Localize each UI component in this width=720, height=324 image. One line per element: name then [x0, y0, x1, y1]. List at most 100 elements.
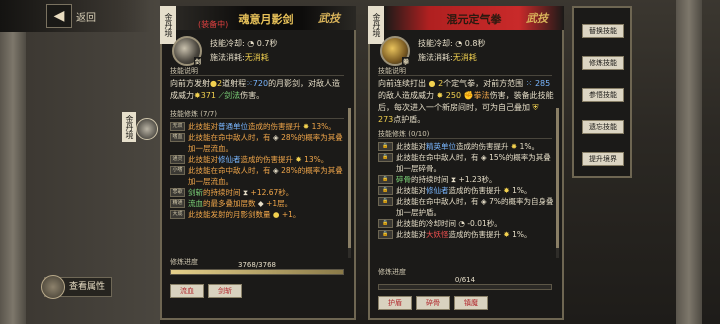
back-button[interactable]: ◀: [46, 4, 72, 28]
power-icon: ✸: [194, 91, 201, 100]
comprehend-skill-button[interactable]: 参悟技能: [582, 88, 624, 102]
training-line: 嗜血 此技能在命中敌人时，有 ◈ 28%的概率为其叠加一层流血。: [170, 132, 346, 154]
training-node-icon: 大成: [170, 210, 185, 219]
equipped-status: (装备中): [198, 20, 229, 29]
training-text: 的最多叠加层数: [203, 199, 256, 208]
training-text: 此技能对: [188, 122, 218, 131]
training-keyword: 大妖怪: [426, 230, 449, 239]
training-keyword: 碎骨: [396, 175, 411, 184]
skill-title-bar: 魂意月影剑 (装备中) 武技: [176, 6, 356, 30]
training-line: 🔒 此技能在命中敌人时，有 ◈ 7%的概率为自身叠加一层护盾。: [378, 196, 554, 218]
desc-text: 伤害。: [240, 91, 265, 100]
power-icon: ✸: [503, 186, 510, 195]
realm-tag: 金丹境: [368, 6, 384, 44]
progress-fill: [171, 270, 343, 274]
range-icon: ⁙: [525, 79, 533, 88]
training-value: 1%。: [519, 142, 539, 151]
divider: [170, 75, 344, 76]
cooldown-value: 0.8秒: [464, 39, 486, 48]
training-text: 此技能对: [396, 186, 426, 195]
cooldown-row: 技能冷却: ◔ 0.7秒: [210, 38, 278, 49]
power-icon: ✸: [302, 122, 310, 131]
lock-icon: 🔒: [378, 142, 393, 151]
training-node-icon: 无双: [170, 122, 185, 131]
training-text: 的持续时间: [203, 188, 241, 197]
desc-power: 371: [200, 91, 216, 100]
replace-skill-button[interactable]: 替换技能: [582, 24, 624, 38]
training-text: 的持续时间: [411, 175, 449, 184]
training-line: 精通 流血的最多叠加层数 ◆ +1层。: [170, 198, 346, 209]
cost-label: 施法消耗:: [210, 53, 245, 62]
lock-icon: 🔒: [378, 153, 393, 162]
skill-icon-badge: 剑: [193, 57, 202, 66]
side-character-realm: 金丹境: [122, 112, 136, 142]
skill-style: 武技: [526, 12, 548, 25]
training-progress-bar: 3768/3768: [170, 261, 344, 275]
training-text: 造成的伤害提升: [448, 186, 502, 195]
scrollbar[interactable]: [556, 108, 559, 258]
divider: [170, 118, 344, 119]
desc-type: 拳法: [473, 91, 490, 100]
tag-button[interactable]: 镇魔: [454, 296, 488, 310]
training-text: 此技能在命中敌人时，有: [396, 197, 479, 206]
train-skill-button[interactable]: 修炼技能: [582, 56, 624, 70]
divider: [378, 75, 552, 76]
lock-icon: 🔒: [378, 186, 393, 195]
training-value: 13%。: [304, 155, 329, 164]
training-line: 小嗜 此技能在命中敌人时，有 ◈ 28%的概率为其叠加一层流血。: [170, 165, 346, 187]
desc-text: 点护盾。: [393, 115, 426, 124]
desc-shield: 273: [378, 115, 394, 124]
left-arrow-icon: ◀: [53, 8, 65, 24]
training-value: -0.01秒。: [467, 219, 502, 228]
tag-button[interactable]: 护盾: [378, 296, 412, 310]
training-text: 此技能发射的月影剑数量: [188, 210, 271, 219]
skill-icon: 剑: [172, 36, 202, 66]
cooldown-value: 0.7秒: [256, 39, 278, 48]
clock-icon: ◔: [455, 39, 463, 48]
training-line: 🔒 此技能在命中敌人时，有 ◈ 15%的概率为其叠加一层碎骨。: [378, 152, 554, 174]
progress-text: 0/614: [454, 276, 476, 284]
forget-skill-button[interactable]: 遗忘技能: [582, 120, 624, 134]
chance-icon: ◈: [272, 166, 279, 175]
skill-detail-panel: 金丹境 混元定气拳 武技 拳 技能冷却: ◔ 0.8秒 施法消耗:无消耗 技能说…: [368, 6, 564, 320]
count-icon: ●: [272, 210, 280, 219]
cost-label: 施法消耗:: [418, 53, 453, 62]
hourglass-icon: ⧗: [242, 188, 249, 197]
back-label[interactable]: 返回: [76, 9, 96, 24]
training-node-icon: 悲歌: [170, 188, 185, 197]
scroll-thumb[interactable]: [556, 108, 559, 248]
training-text: 造成的伤害提升: [448, 230, 502, 239]
sword-icon: [136, 118, 158, 140]
pillar-right: [676, 0, 702, 324]
tag-button[interactable]: 碎骨: [416, 296, 450, 310]
skill-title-bar: 混元定气拳 武技: [384, 6, 564, 30]
chance-icon: ◈: [480, 153, 487, 162]
cost-row: 施法消耗:无消耗: [418, 52, 477, 63]
stack-icon: ◆: [257, 199, 264, 208]
count-icon: ●: [210, 79, 217, 88]
tag-button[interactable]: 剑斩: [208, 284, 242, 298]
scroll-thumb[interactable]: [348, 108, 351, 248]
training-keyword: 精英单位: [426, 142, 456, 151]
training-list: 🔒 此技能对精英单位造成的伤害提升 ✸ 1%。 🔒 此技能在命中敌人时，有 ◈ 15…: [378, 141, 554, 240]
desc-text: 道射程: [222, 79, 247, 88]
cost-value: 无消耗: [452, 53, 477, 62]
training-text: 此技能的冷却时间: [396, 219, 456, 228]
training-line: 🔒 此技能的冷却时间 ◔ -0.01秒。: [378, 218, 554, 229]
training-line: 通灵 此技能对修仙者造成的伤害提升 ✸ 13%。: [170, 154, 346, 165]
tag-button[interactable]: 流血: [170, 284, 204, 298]
training-value: 1%。: [512, 186, 532, 195]
scrollbar[interactable]: [348, 108, 351, 258]
fist-icon: ✊: [463, 91, 474, 100]
lock-icon: 🔒: [378, 175, 393, 184]
desc-range: 720: [252, 79, 269, 88]
training-line: 大成 此技能发射的月影剑数量 ● +1。: [170, 209, 346, 220]
chance-icon: ◈: [480, 197, 487, 206]
hourglass-icon: ⧗: [450, 175, 457, 184]
lock-icon: 🔒: [378, 197, 393, 206]
view-attributes-button[interactable]: 查看属性: [41, 275, 112, 299]
training-text: 造成的伤害提升: [456, 142, 509, 151]
side-character-tab[interactable]: 金丹境: [122, 112, 158, 142]
training-node-icon: 精通: [170, 199, 185, 208]
upgrade-realm-button[interactable]: 提升境界: [582, 152, 624, 166]
